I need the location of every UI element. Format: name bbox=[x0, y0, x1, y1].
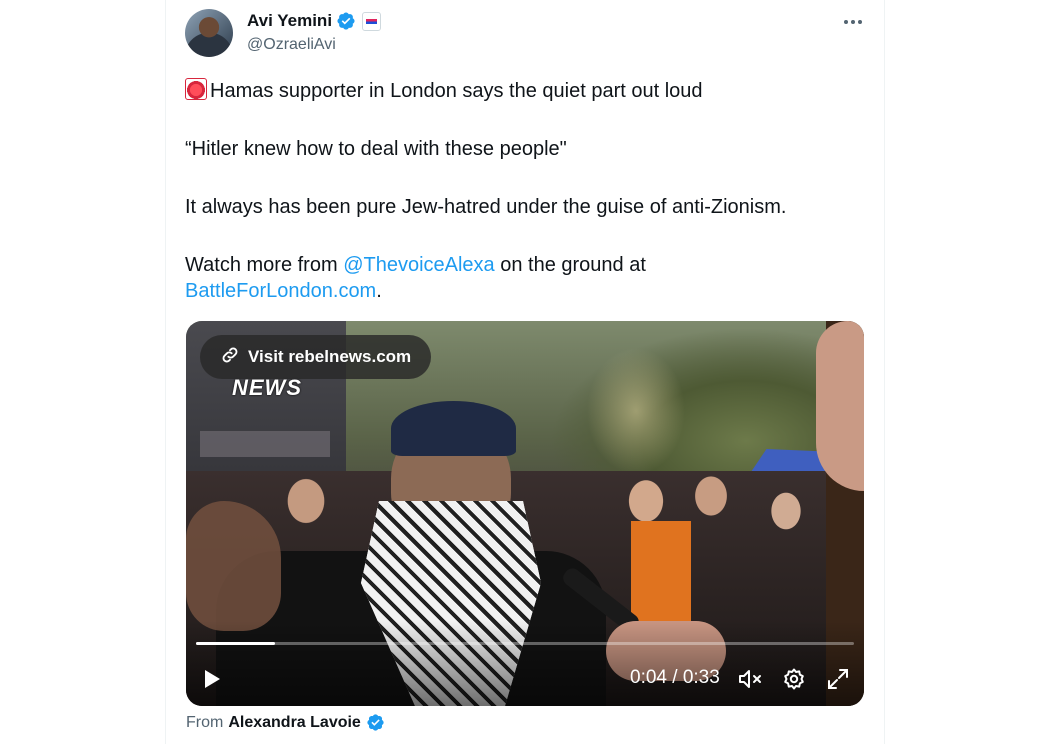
video-progress-fill bbox=[196, 642, 275, 645]
affiliate-badge-icon[interactable] bbox=[362, 11, 382, 31]
author-name-row: Avi Yemini bbox=[247, 10, 382, 32]
video-scene-reporter bbox=[816, 321, 864, 491]
website-link[interactable]: BattleForLondon.com bbox=[185, 280, 376, 302]
more-options-icon[interactable] bbox=[841, 12, 865, 32]
tweet-page: Avi Yemini @OzraeliAvi Hamas supporter i… bbox=[0, 0, 1050, 744]
author-handle[interactable]: @OzraeliAvi bbox=[247, 36, 336, 54]
tweet-text: Hamas supporter in London says the quiet… bbox=[185, 78, 865, 304]
video-scene-hand bbox=[186, 501, 281, 631]
settings-icon[interactable] bbox=[780, 663, 808, 695]
video-progress-bar[interactable] bbox=[196, 642, 854, 645]
duration: 0:33 bbox=[682, 667, 720, 688]
rotating-light-emoji bbox=[185, 78, 207, 100]
timeline-border-right bbox=[884, 0, 885, 744]
video-time: 0:04 / 0:33 bbox=[630, 667, 720, 688]
video-scene-scarf bbox=[631, 521, 691, 631]
tweet-line-4: Watch more from @ThevoiceAlexa on the gr… bbox=[185, 254, 646, 302]
fullscreen-icon[interactable] bbox=[824, 663, 852, 695]
mention-link[interactable]: @ThevoiceAlexa bbox=[343, 254, 494, 276]
author-avatar[interactable] bbox=[185, 9, 233, 57]
video-attribution: From Alexandra Lavoie bbox=[186, 713, 385, 732]
visit-website-button[interactable]: Visit rebelnews.com bbox=[200, 335, 432, 379]
author-display-name[interactable]: Avi Yemini bbox=[247, 11, 332, 31]
current-time: 0:04 bbox=[630, 667, 667, 688]
tweet-line-2: “Hitler knew how to deal with these peop… bbox=[185, 138, 567, 160]
tweet-line-1: Hamas supporter in London says the quiet… bbox=[185, 78, 865, 104]
tweet-line-3: It always has been pure Jew-hatred under… bbox=[185, 196, 787, 218]
video-scene-cap bbox=[391, 401, 516, 456]
link-icon bbox=[220, 345, 240, 370]
visit-website-label: Visit rebelnews.com bbox=[248, 347, 412, 366]
video-controls: 0:04 / 0:33 bbox=[186, 657, 864, 697]
mute-icon[interactable] bbox=[734, 663, 766, 695]
timeline-border-left bbox=[165, 0, 166, 744]
attribution-name[interactable]: Alexandra Lavoie bbox=[228, 714, 361, 732]
verified-badge-icon[interactable] bbox=[366, 713, 385, 732]
play-icon[interactable] bbox=[198, 665, 226, 693]
verified-badge-icon[interactable] bbox=[336, 11, 356, 31]
from-label: From bbox=[186, 713, 224, 731]
video-player[interactable]: NEWS Visit rebelnews.com 0:04 / 0:33 bbox=[186, 321, 864, 706]
